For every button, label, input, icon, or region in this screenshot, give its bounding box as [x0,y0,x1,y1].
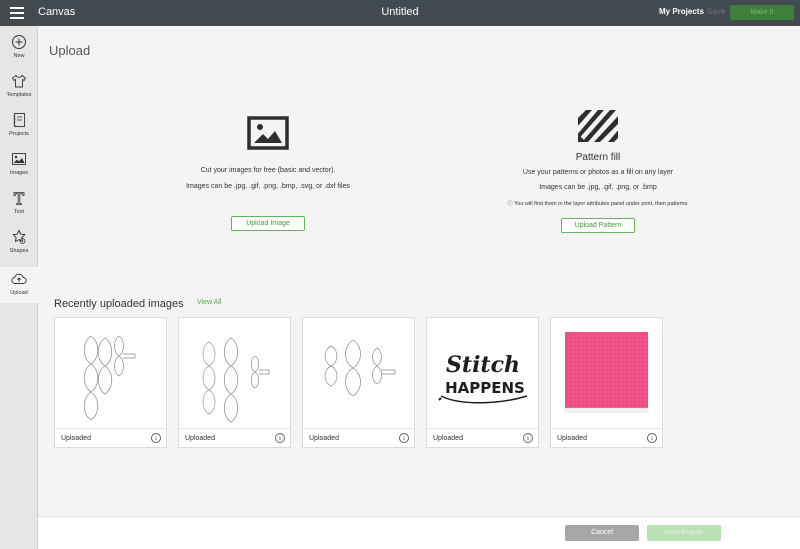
hamburger-menu-icon[interactable] [10,7,24,19]
stitch-happens-thumbnail: Stitch HAPPENS [427,318,538,429]
sidebar-item-templates[interactable]: Templates [0,73,38,111]
card-label: Uploaded [557,435,587,442]
upload-image-section: Cut your images for free (basic and vect… [118,116,418,231]
top-bar: Canvas Untitled My Projects Save Make It [0,0,800,26]
thumbnail-text-line1: Stitch [446,352,520,378]
upload-image-file-types: Images can be .jpg, .gif, .png, .bmp, .s… [186,183,350,190]
cancel-button[interactable]: Cancel [565,525,639,541]
sidebar-item-upload[interactable]: Upload [0,267,38,303]
info-icon[interactable]: i [275,433,285,443]
card-label: Uploaded [433,435,463,442]
uploaded-image-card[interactable]: Uploaded i [302,317,415,448]
main-panel: Upload Cut your images for free (basic a… [38,26,800,516]
card-label: Uploaded [61,435,91,442]
info-icon[interactable]: i [151,433,161,443]
sidebar-item-shapes[interactable]: Shapes [0,229,38,267]
sidebar-item-label: Text [13,209,25,215]
notebook-icon [13,113,25,127]
sidebar-item-label: New [13,53,25,59]
sidebar-item-label: Shapes [9,248,29,254]
card-label: Uploaded [309,435,339,442]
info-icon[interactable]: i [523,433,533,443]
upload-pattern-button[interactable]: Upload Pattern [561,218,635,233]
cloud-upload-icon [11,273,27,284]
document-title[interactable]: Untitled [381,6,418,18]
leaf-outline-thumbnail [55,318,166,429]
uploaded-image-card[interactable]: Uploaded i [178,317,291,448]
uploaded-image-card[interactable]: Uploaded i [54,317,167,448]
card-label: Uploaded [185,435,215,442]
save-button: Save [707,7,726,16]
insert-projects-button: Insert Projects [647,525,721,541]
app-title: Canvas [38,6,76,18]
sidebar-item-label: Upload [10,290,28,296]
info-icon[interactable]: i [647,433,657,443]
info-icon[interactable]: i [399,433,409,443]
sidebar-item-images[interactable]: Images [0,151,38,189]
sidebar-item-label: Templates [6,92,32,98]
pattern-fill-note: ⓘ You will find them in the layer attrib… [507,201,689,207]
image-icon [12,153,26,165]
pattern-fill-heading: Pattern fill [575,152,621,163]
uploaded-image-card[interactable]: Stitch HAPPENS Uploaded i [426,317,539,448]
image-icon [247,116,289,150]
sidebar-item-text[interactable]: Text [0,190,38,228]
leaf-outline-thumbnail [179,318,290,429]
upload-image-description: Cut your images for free (basic and vect… [200,167,336,174]
pattern-fill-section: Pattern fill Use your patterns or photos… [448,110,748,233]
shapes-icon [12,229,26,244]
pink-pattern-thumbnail [551,318,662,429]
page-title: Upload [49,43,91,58]
sidebar: New Templates Projects Images Text Shape… [0,26,38,549]
uploaded-image-card[interactable]: Uploaded i [550,317,663,448]
view-all-link[interactable]: View All [197,299,221,306]
thumbnail-text-line2: HAPPENS [445,379,525,397]
leaf-outline-thumbnail [303,318,414,429]
footer-bar: Cancel Insert Projects [38,516,800,549]
text-icon [13,192,25,205]
striped-pattern-icon [578,110,618,142]
upload-image-button[interactable]: Upload Image [231,216,305,231]
sidebar-item-label: Images [9,170,29,176]
make-it-button[interactable]: Make It [730,5,794,20]
plus-circle-icon [12,35,26,49]
my-projects-link[interactable]: My Projects [659,7,704,16]
tshirt-icon [11,74,27,88]
recent-uploads-heading: Recently uploaded images [54,298,184,310]
sidebar-item-projects[interactable]: Projects [0,112,38,150]
sidebar-item-label: Projects [9,131,29,137]
sidebar-item-new[interactable]: New [0,34,38,72]
pattern-fill-file-types: Images can be .jpg, .gif, .png, or .bmp [539,184,657,191]
pattern-fill-description: Use your patterns or photos as a fill on… [522,169,674,176]
